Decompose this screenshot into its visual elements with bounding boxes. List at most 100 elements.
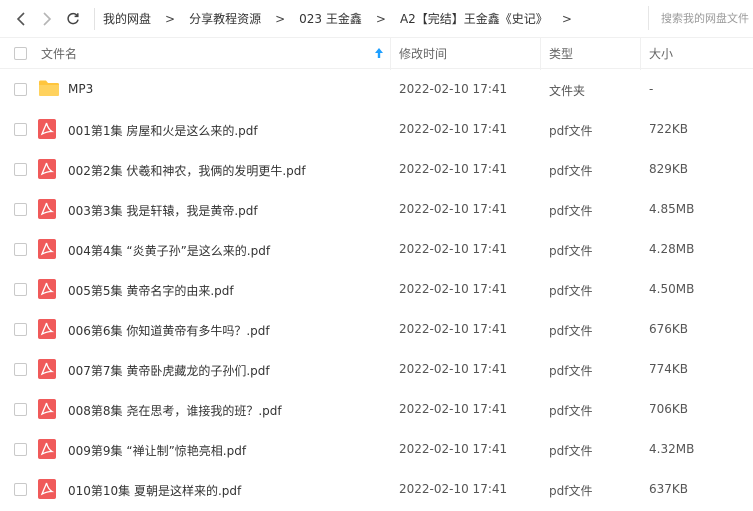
search-input[interactable]	[661, 11, 753, 25]
row-checkbox[interactable]	[14, 243, 27, 256]
file-type: pdf文件	[549, 404, 593, 418]
pdf-icon	[38, 319, 56, 339]
row-checkbox[interactable]	[14, 483, 27, 496]
file-date: 2022-02-10 17:41	[399, 442, 508, 456]
file-size: 676KB	[649, 322, 689, 336]
file-size: 774KB	[649, 362, 689, 376]
file-type: pdf文件	[549, 484, 593, 498]
file-date: 2022-02-10 17:41	[399, 162, 508, 176]
back-button[interactable]	[8, 0, 34, 37]
toolbar: 我的网盘 > 分享教程资源 > 023 王金鑫 > A2【完结】王金鑫《史记》 …	[0, 0, 753, 37]
sort-ascending-icon[interactable]	[374, 47, 384, 59]
refresh-button[interactable]	[60, 0, 86, 37]
file-row[interactable]: 009第9集 “禅让制”惊艳亮相.pdf 2022-02-10 17:41 pd…	[0, 429, 753, 469]
file-type: pdf文件	[549, 444, 593, 458]
file-size: 4.32MB	[649, 442, 695, 456]
file-row[interactable]: 007第7集 黄帝卧虎藏龙的子孙们.pdf 2022-02-10 17:41 p…	[0, 349, 753, 389]
breadcrumb-separator-icon: >	[375, 11, 386, 26]
file-type: pdf文件	[549, 244, 593, 258]
column-header-size[interactable]: 大小	[649, 45, 673, 62]
refresh-icon	[67, 12, 79, 24]
breadcrumb-item-current[interactable]: A2【完结】王金鑫《史记》	[400, 10, 548, 27]
column-divider[interactable]	[390, 38, 391, 70]
column-divider[interactable]	[540, 38, 541, 70]
row-checkbox[interactable]	[14, 123, 27, 136]
column-header-name[interactable]: 文件名	[41, 45, 77, 62]
pdf-icon	[38, 239, 56, 259]
pdf-icon	[38, 439, 56, 459]
folder-row[interactable]: MP3 2022-02-10 17:41 文件夹 -	[0, 69, 753, 109]
breadcrumb-item-author[interactable]: 023 王金鑫	[299, 10, 362, 27]
breadcrumb-separator-icon[interactable]: >	[562, 12, 572, 26]
file-type: pdf文件	[549, 364, 593, 378]
file-date: 2022-02-10 17:41	[399, 402, 508, 416]
file-list-header: 文件名 修改时间 类型 大小	[0, 37, 753, 70]
file-name[interactable]: 009第9集 “禅让制”惊艳亮相.pdf	[68, 442, 246, 459]
file-date: 2022-02-10 17:41	[399, 242, 508, 256]
pdf-icon	[38, 199, 56, 219]
file-row[interactable]: 004第4集 “炎黄子孙”是这么来的.pdf 2022-02-10 17:41 …	[0, 229, 753, 269]
file-date: 2022-02-10 17:41	[399, 482, 508, 496]
file-date: 2022-02-10 17:41	[399, 82, 508, 96]
file-size: 637KB	[649, 482, 689, 496]
file-name[interactable]: 004第4集 “炎黄子孙”是这么来的.pdf	[68, 242, 270, 259]
file-date: 2022-02-10 17:41	[399, 282, 508, 296]
file-row[interactable]: 006第6集 你知道黄帝有多牛吗？.pdf 2022-02-10 17:41 p…	[0, 309, 753, 349]
file-size: 706KB	[649, 402, 689, 416]
forward-button[interactable]	[34, 0, 60, 37]
chevron-right-icon	[43, 11, 52, 26]
file-date: 2022-02-10 17:41	[399, 122, 508, 136]
file-list: MP3 2022-02-10 17:41 文件夹 - 001第1集 房屋和火是这…	[0, 69, 753, 509]
file-name[interactable]: 003第3集 我是轩辕，我是黄帝.pdf	[68, 202, 258, 219]
row-checkbox[interactable]	[14, 163, 27, 176]
file-type: pdf文件	[549, 204, 593, 218]
search-box[interactable]	[648, 6, 753, 30]
file-row[interactable]: 001第1集 房屋和火是这么来的.pdf 2022-02-10 17:41 pd…	[0, 109, 753, 149]
file-name[interactable]: 002第2集 伏羲和神农，我俩的发明更牛.pdf	[68, 162, 306, 179]
file-name[interactable]: 006第6集 你知道黄帝有多牛吗？.pdf	[68, 322, 270, 339]
row-checkbox[interactable]	[14, 283, 27, 296]
file-date: 2022-02-10 17:41	[399, 202, 508, 216]
file-type: pdf文件	[549, 164, 593, 178]
column-header-type[interactable]: 类型	[549, 45, 573, 62]
file-date: 2022-02-10 17:41	[399, 322, 508, 336]
file-row[interactable]: 008第8集 尧在思考，谁接我的班？.pdf 2022-02-10 17:41 …	[0, 389, 753, 429]
column-divider[interactable]	[640, 38, 641, 70]
file-name[interactable]: MP3	[68, 82, 93, 96]
file-row[interactable]: 003第3集 我是轩辕，我是黄帝.pdf 2022-02-10 17:41 pd…	[0, 189, 753, 229]
file-type: pdf文件	[549, 284, 593, 298]
pdf-icon	[38, 159, 56, 179]
pdf-icon	[38, 399, 56, 419]
file-name[interactable]: 005第5集 黄帝名字的由来.pdf	[68, 282, 234, 299]
file-name[interactable]: 007第7集 黄帝卧虎藏龙的子孙们.pdf	[68, 362, 270, 379]
file-name[interactable]: 010第10集 夏朝是这样来的.pdf	[68, 482, 241, 499]
row-checkbox[interactable]	[14, 363, 27, 376]
file-size: -	[649, 82, 654, 96]
row-checkbox[interactable]	[14, 403, 27, 416]
file-type: pdf文件	[549, 124, 593, 138]
row-checkbox[interactable]	[14, 83, 27, 96]
file-row[interactable]: 002第2集 伏羲和神农，我俩的发明更牛.pdf 2022-02-10 17:4…	[0, 149, 753, 189]
breadcrumb-item-share[interactable]: 分享教程资源	[189, 10, 261, 27]
file-name[interactable]: 008第8集 尧在思考，谁接我的班？.pdf	[68, 402, 282, 419]
file-size: 722KB	[649, 122, 689, 136]
select-all-checkbox[interactable]	[14, 46, 27, 60]
file-row[interactable]: 010第10集 夏朝是这样来的.pdf 2022-02-10 17:41 pdf…	[0, 469, 753, 509]
pdf-icon	[38, 279, 56, 299]
file-row[interactable]: 005第5集 黄帝名字的由来.pdf 2022-02-10 17:41 pdf文…	[0, 269, 753, 309]
breadcrumb-separator-icon: >	[275, 11, 286, 26]
file-type: 文件夹	[549, 84, 586, 98]
row-checkbox[interactable]	[14, 203, 27, 216]
folder-icon	[39, 80, 59, 96]
breadcrumb-item-home[interactable]: 我的网盘	[103, 10, 151, 27]
column-header-date[interactable]: 修改时间	[399, 45, 447, 62]
row-checkbox[interactable]	[14, 323, 27, 336]
pdf-icon	[38, 479, 56, 499]
file-size: 829KB	[649, 162, 689, 176]
breadcrumb: 我的网盘 > 分享教程资源 > 023 王金鑫 > A2【完结】王金鑫《史记》 …	[103, 10, 586, 27]
file-size: 4.50MB	[649, 282, 695, 296]
file-name[interactable]: 001第1集 房屋和火是这么来的.pdf	[68, 122, 258, 139]
file-date: 2022-02-10 17:41	[399, 362, 508, 376]
file-type: pdf文件	[549, 324, 593, 338]
row-checkbox[interactable]	[14, 443, 27, 456]
